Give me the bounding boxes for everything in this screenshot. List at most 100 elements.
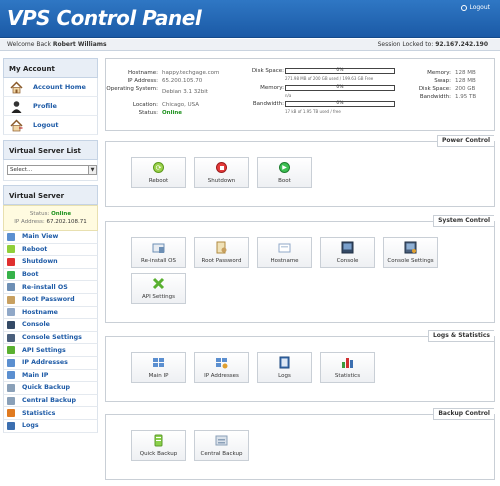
- server-select[interactable]: Select... ▼: [7, 165, 97, 175]
- system-control-title: System Control: [433, 215, 494, 227]
- nav-item-grid[interactable]: Main View: [3, 231, 98, 244]
- r-memory-label: Memory:: [427, 70, 451, 76]
- shutdown-icon: [215, 161, 228, 174]
- memory-label: Memory:: [260, 85, 284, 91]
- re-install-os-button[interactable]: Re-install OS: [131, 237, 186, 268]
- statistics-button[interactable]: Statistics: [320, 352, 375, 383]
- quick-backup-button[interactable]: Quick Backup: [131, 430, 186, 461]
- logs-icon: [278, 356, 291, 369]
- nav-item-hostname[interactable]: Hostname: [3, 306, 98, 320]
- logout-link[interactable]: Logout: [3, 116, 98, 135]
- server-select-wrap: Select... ▼: [3, 160, 98, 181]
- hostname-button[interactable]: Hostname: [257, 237, 312, 268]
- nav-item-main-ip[interactable]: Main IP: [3, 369, 98, 383]
- power-buttons: ⟳ Reboot Shutdown ▶ Boot: [131, 157, 320, 193]
- server-info-left: Hostname: happy.techgage.com IP Address: 6…: [106, 69, 246, 117]
- nav-item-boot[interactable]: Boot: [3, 268, 98, 282]
- location-value: Chicago, USA: [162, 102, 199, 108]
- nav-item-console[interactable]: Console: [3, 319, 98, 332]
- nav-item-console-settings[interactable]: Console Settings: [3, 331, 98, 345]
- nav-item-reinstall[interactable]: Re-install OS: [3, 281, 98, 294]
- root-password-button[interactable]: Root Password: [194, 237, 249, 268]
- system-control-panel: System Control Re-install OS Root Passwor…: [105, 215, 495, 323]
- api-settings-button[interactable]: API Settings: [131, 273, 186, 304]
- virtual-server-title: Virtual Server: [3, 185, 98, 205]
- r-bw-value: 1.95 TB: [455, 94, 477, 100]
- bandwidth-bar: 0%: [285, 101, 395, 107]
- account-home-link[interactable]: Account Home: [3, 78, 98, 97]
- top-logout-link[interactable]: Logout: [461, 4, 490, 11]
- os-label: Operating System:: [106, 86, 158, 92]
- re-install-os-label: Re-install OS: [141, 258, 176, 264]
- console-button[interactable]: Console: [320, 237, 375, 268]
- re-install-os-icon: [152, 241, 165, 254]
- central-backup-label: Central Backup: [200, 451, 243, 457]
- central-backup-icon: [215, 434, 228, 447]
- root-password-icon: [7, 295, 15, 304]
- quick-backup-icon: [152, 434, 165, 447]
- nav-item-central-backup[interactable]: Central Backup: [3, 394, 98, 408]
- logout-label: Logout: [33, 121, 59, 129]
- profile-label: Profile: [33, 102, 57, 110]
- logs-icon: [7, 421, 15, 430]
- ip-addresses-button[interactable]: IP Addresses: [194, 352, 249, 383]
- hostname-icon: [7, 308, 15, 317]
- my-account-title: My Account: [3, 58, 98, 78]
- disk-sub: 271.98 MB of 200 GB used / 199.63 GB Fre…: [285, 76, 374, 81]
- session-lock-ip: 92.167.242.190: [435, 41, 488, 48]
- memory-pct: 0%: [336, 85, 344, 90]
- console-settings-icon: [404, 241, 417, 254]
- nav-item-ip-addresses[interactable]: IP Addresses: [3, 356, 98, 370]
- console-icon: [341, 241, 354, 254]
- ip-value: 65.200.105.70: [162, 78, 203, 84]
- console-settings-button[interactable]: Console Settings: [383, 237, 438, 268]
- disk-pct: 0%: [336, 68, 344, 73]
- nav-item-shutdown[interactable]: Shutdown: [3, 256, 98, 269]
- logs-button[interactable]: Logs: [257, 352, 312, 383]
- logs-statistics-title: Logs & Statistics: [427, 330, 494, 342]
- home-exit-icon: [10, 118, 23, 132]
- app-logo: VPS Control Panel: [7, 6, 202, 30]
- main-ip-label: Main IP: [148, 373, 169, 379]
- nav-item-root-password[interactable]: Root Password: [3, 293, 98, 307]
- backup-buttons: Quick Backup Central Backup: [131, 430, 257, 466]
- nav-item-label: IP Addresses: [22, 359, 68, 367]
- r-memory-value: 128 MB: [455, 70, 476, 76]
- central-backup-button[interactable]: Central Backup: [194, 430, 249, 461]
- shutdown-button[interactable]: Shutdown: [194, 157, 249, 188]
- console-label: Console: [336, 258, 359, 264]
- logs-buttons: Main IP IP Addresses Logs Statistics: [131, 352, 383, 388]
- bandwidth-pct: 0%: [336, 101, 344, 106]
- root-password-label: Root Password: [201, 258, 242, 264]
- server-ip-value: 67.202.108.71: [46, 219, 87, 225]
- boot-button[interactable]: ▶ Boot: [257, 157, 312, 188]
- nav-item-label: Re-install OS: [22, 283, 68, 291]
- server-info-right: Memory: 128 MB Swap: 128 MB Disk Space: 200…: [404, 69, 494, 101]
- nav-item-statistics[interactable]: Statistics: [3, 407, 98, 420]
- nav-item-quick-backup[interactable]: Quick Backup: [3, 382, 98, 395]
- nav-item-label: Console: [22, 321, 50, 329]
- nav-item-logs[interactable]: Logs: [3, 419, 98, 433]
- reinstall-icon: [7, 283, 15, 292]
- reboot-button[interactable]: ⟳ Reboot: [131, 157, 186, 188]
- power-control-title: Power Control: [437, 135, 494, 147]
- nav-item-label: Boot: [22, 271, 39, 279]
- main-ip-icon: [152, 356, 165, 369]
- top-logout-label: Logout: [469, 4, 490, 11]
- nav-item-reboot[interactable]: Reboot: [3, 243, 98, 257]
- main-ip-icon: [7, 371, 15, 380]
- backup-control-title: Backup Control: [433, 408, 494, 420]
- hostname-label: Hostname:: [128, 70, 158, 76]
- person-icon: [10, 100, 23, 113]
- nav-item-label: Logs: [22, 422, 39, 430]
- central-backup-icon: [7, 396, 15, 405]
- disk-label: Disk Space:: [251, 68, 284, 74]
- nav-item-label: Reboot: [22, 245, 48, 253]
- nav-item-label: Console Settings: [22, 334, 82, 342]
- bandwidth-label: Bandwidth:: [252, 101, 284, 107]
- profile-link[interactable]: Profile: [3, 97, 98, 116]
- server-status-value: Online: [51, 211, 72, 217]
- nav-item-api[interactable]: API Settings: [3, 344, 98, 357]
- bandwidth-sub: 17 kB of 1.95 TB used / free: [285, 109, 341, 114]
- main-ip-button[interactable]: Main IP: [131, 352, 186, 383]
